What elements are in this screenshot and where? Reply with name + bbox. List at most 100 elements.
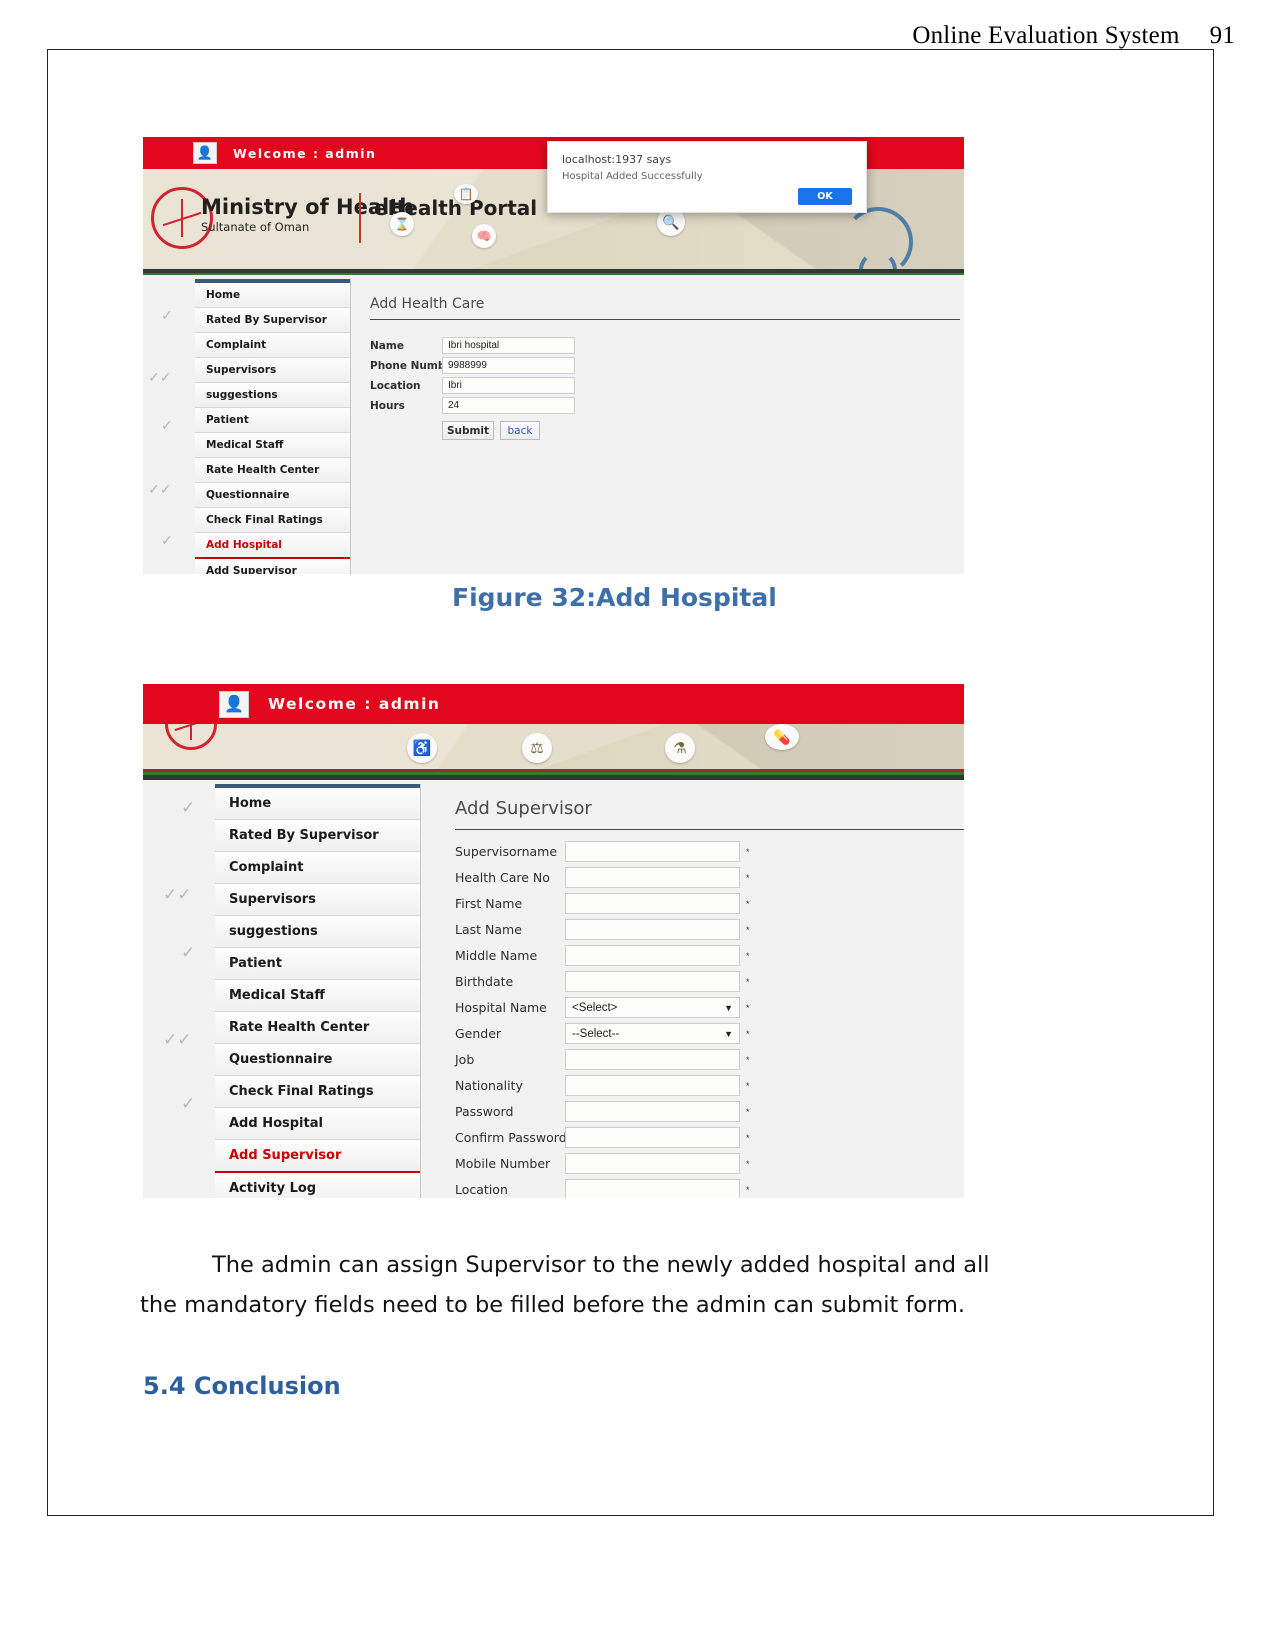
sidebar-item-add-hospital[interactable]: Add Hospital [195, 533, 350, 559]
sidebar-item-patient[interactable]: Patient [215, 948, 420, 980]
sidebar-item-medical-staff[interactable]: Medical Staff [195, 433, 350, 458]
required-marker: * [746, 1002, 750, 1013]
chevron-down-icon: ▼ [724, 1028, 733, 1039]
field-label: Location [370, 379, 421, 392]
screenshot-add-hospital: 👤 Welcome : admin Ministry of Health Sul… [143, 137, 964, 574]
sidebar-item-add-hospital[interactable]: Add Hospital [215, 1108, 420, 1140]
sidebar-item-rated-by-supervisor[interactable]: Rated By Supervisor [215, 820, 420, 852]
job-input[interactable] [565, 1049, 740, 1070]
required-marker: * [746, 976, 750, 987]
sidebar-item-label: Rate Health Center [206, 464, 320, 476]
sidebar-item-label: Complaint [206, 339, 267, 351]
field-label: Hospital Name [455, 1000, 547, 1015]
sidebar-item-questionnaire[interactable]: Questionnaire [195, 483, 350, 508]
hospital-name-select[interactable]: <Select> ▼ [565, 997, 740, 1018]
submit-button[interactable]: Submit [442, 421, 494, 440]
sidebar-item-label: Rate Health Center [229, 1020, 370, 1035]
sidebar-item-suggestions[interactable]: suggestions [195, 383, 350, 408]
first-name-input[interactable] [565, 893, 740, 914]
alert-ok-button[interactable]: OK [798, 188, 852, 205]
margin-mark: ✓ [161, 309, 173, 324]
welcome-label: Welcome : admin [268, 695, 441, 713]
clipboard-icon: 📋 [454, 184, 478, 204]
sidebar-item-questionnaire[interactable]: Questionnaire [215, 1044, 420, 1076]
brain-icon: 🧠 [472, 224, 496, 248]
sidebar-item-rate-health-center[interactable]: Rate Health Center [215, 1012, 420, 1044]
sidebar-item-label: Questionnaire [206, 489, 290, 501]
sidebar-nav: Home Rated By Supervisor Complaint Super… [215, 784, 421, 1198]
sidebar-item-home[interactable]: Home [215, 788, 420, 820]
location-input[interactable] [565, 1179, 740, 1198]
field-row-birthdate: Birthdate * [455, 971, 750, 992]
sidebar-item-label: Rated By Supervisor [206, 314, 327, 326]
sidebar-item-activity-log[interactable]: Activity Log [215, 1173, 420, 1198]
field-row-supervisorname: Supervisorname * [455, 841, 750, 862]
sidebar-item-patient[interactable]: Patient [195, 408, 350, 433]
birthdate-input[interactable] [565, 971, 740, 992]
form-panel: Add Health Care Name Ibri hospital Phone… [353, 279, 964, 574]
sidebar-item-home[interactable]: Home [195, 283, 350, 308]
user-icon: 👤 [219, 690, 249, 718]
field-label: Phone Number [370, 359, 458, 372]
required-marker: * [746, 1080, 750, 1091]
sidebar-item-check-final-ratings[interactable]: Check Final Ratings [215, 1076, 420, 1108]
hours-input[interactable]: 24 [442, 397, 575, 414]
sidebar-item-add-supervisor[interactable]: Add Supervisor [195, 559, 350, 574]
field-row-gender: Gender --Select-- ▼ * [455, 1023, 750, 1044]
middle-name-input[interactable] [565, 945, 740, 966]
back-button[interactable]: back [500, 421, 540, 440]
sidebar-item-supervisors[interactable]: Supervisors [215, 884, 420, 916]
sidebar-item-label: Medical Staff [206, 439, 284, 451]
user-icon: 👤 [193, 142, 217, 164]
field-row-phone-number: Phone Number 9988999 [370, 357, 575, 374]
hospital-name-selected-value: <Select> [572, 1001, 618, 1014]
sidebar-item-check-final-ratings[interactable]: Check Final Ratings [195, 508, 350, 533]
required-marker: * [746, 1158, 750, 1169]
sidebar-item-label: Check Final Ratings [229, 1084, 374, 1099]
required-marker: * [746, 1132, 750, 1143]
sidebar-item-label: Check Final Ratings [206, 514, 323, 526]
sidebar-item-suggestions[interactable]: suggestions [215, 916, 420, 948]
mobile-number-input[interactable] [565, 1153, 740, 1174]
sidebar-item-supervisors[interactable]: Supervisors [195, 358, 350, 383]
pills-icon: 💊 [765, 724, 799, 750]
sidebar-item-label: Home [229, 796, 272, 811]
margin-mark: ✓ [181, 798, 196, 817]
sidebar-item-label: Medical Staff [229, 988, 325, 1003]
sidebar-item-add-supervisor[interactable]: Add Supervisor [215, 1140, 420, 1173]
field-row-nationality: Nationality * [455, 1075, 750, 1096]
supervisorname-input[interactable] [565, 841, 740, 862]
section-heading: 5.4 Conclusion [143, 1372, 341, 1400]
confirm-password-input[interactable] [565, 1127, 740, 1148]
sidebar-item-rated-by-supervisor[interactable]: Rated By Supervisor [195, 308, 350, 333]
banner-divider [359, 193, 361, 243]
nationality-input[interactable] [565, 1075, 740, 1096]
field-label: Supervisorname [455, 844, 558, 859]
sidebar-item-complaint[interactable]: Complaint [215, 852, 420, 884]
field-label: Birthdate [455, 974, 514, 989]
sidebar-item-rate-health-center[interactable]: Rate Health Center [195, 458, 350, 483]
name-input[interactable]: Ibri hospital [442, 337, 575, 354]
field-row-location: Location Ibri [370, 377, 575, 394]
wheelchair-icon: ♿ [407, 733, 437, 763]
sidebar-item-medical-staff[interactable]: Medical Staff [215, 980, 420, 1012]
field-label: Health Care No [455, 870, 550, 885]
app-topbar: 👤 Welcome : admin [143, 684, 964, 724]
sidebar-item-label: Patient [206, 414, 249, 426]
screenshot-add-supervisor: 👤 Welcome : admin ♿ ⚖ ⚗ 💊 Home Rated By … [143, 684, 964, 1198]
required-marker: * [746, 872, 750, 883]
last-name-input[interactable] [565, 919, 740, 940]
phone-number-input[interactable]: 9988999 [442, 357, 575, 374]
required-marker: * [746, 846, 750, 857]
sidebar-item-complaint[interactable]: Complaint [195, 333, 350, 358]
sidebar-item-label: Complaint [229, 860, 304, 875]
field-row-last-name: Last Name * [455, 919, 750, 940]
gender-select[interactable]: --Select-- ▼ [565, 1023, 740, 1044]
gender-selected-value: --Select-- [572, 1027, 620, 1040]
field-label: Nationality [455, 1078, 523, 1093]
location-input[interactable]: Ibri [442, 377, 575, 394]
health-care-no-input[interactable] [565, 867, 740, 888]
password-input[interactable] [565, 1101, 740, 1122]
field-row-middle-name: Middle Name * [455, 945, 750, 966]
sidebar-item-label: Add Supervisor [206, 565, 297, 574]
